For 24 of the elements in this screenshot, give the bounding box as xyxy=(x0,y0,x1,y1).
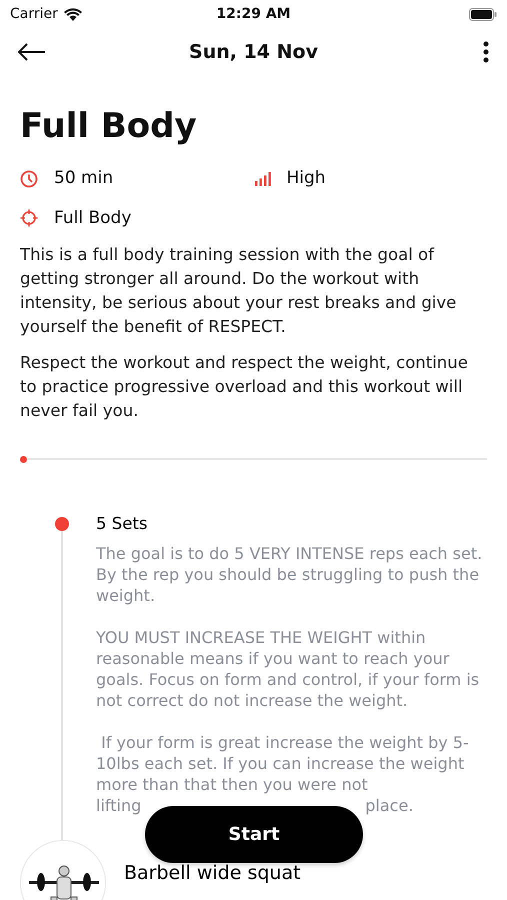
signal-bars-icon xyxy=(254,172,270,186)
intensity-label: High xyxy=(286,167,326,190)
target-icon xyxy=(20,209,38,228)
more-icon xyxy=(483,41,489,63)
workout-description: Respect the workout and respect the weight, continue to practice progressive overload and this workout will never fail you. xyxy=(20,352,469,422)
duration-label: 50 min xyxy=(54,167,114,190)
workout-title: Full Body xyxy=(20,105,198,148)
carrier-label: Carrier xyxy=(10,4,58,24)
set-instructions: place. xyxy=(365,795,414,816)
set-title: 5 Sets xyxy=(96,513,148,535)
back-arrow-icon xyxy=(18,43,46,61)
wifi-icon xyxy=(64,8,82,20)
progress-thumb[interactable] xyxy=(20,456,27,462)
exercise-name[interactable]: Barbell wide squat xyxy=(124,862,301,884)
set-instructions: YOU MUST INCREASE THE WEIGHT within reasonable means if you want to reach your goals. Focus on form and control, if your form is not correct do not increase the weight. xyxy=(96,627,480,711)
clock-icon xyxy=(20,170,38,188)
set-instructions: The goal is to do 5 VERY INTENSE reps each set. By the rep you should be struggling to push the weight. xyxy=(96,543,483,606)
clock: 12:29 AM xyxy=(216,4,291,24)
battery-icon xyxy=(469,8,497,20)
set-instructions: lifting xyxy=(96,795,142,816)
workout-description: This is a full body training session with the goal of getting stronger all around. Do the workout with intensity, be serious about your rest breaks and give yourself the benefit of RESPECT. xyxy=(20,244,458,338)
date-title: Sun, 14 Nov xyxy=(189,40,318,65)
start-button[interactable]: Start xyxy=(145,806,363,863)
focus-label: Full Body xyxy=(54,206,132,230)
